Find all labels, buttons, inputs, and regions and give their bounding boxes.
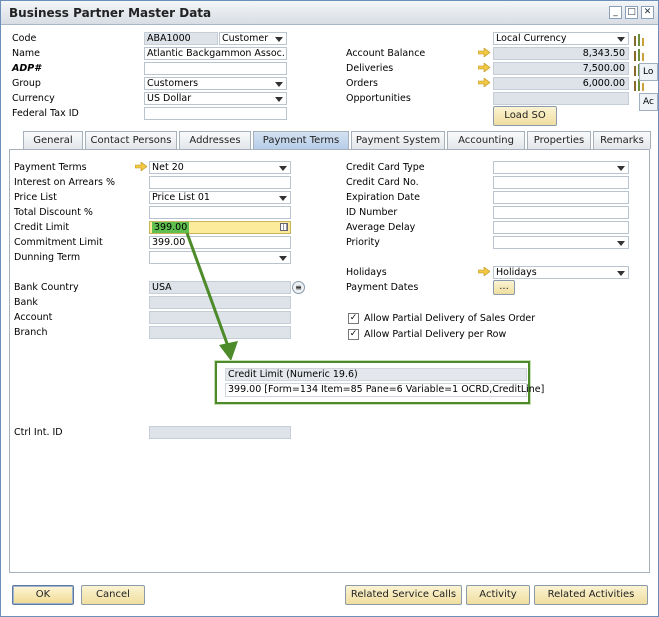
payment-dates-label: Payment Dates bbox=[346, 282, 419, 293]
account-label: Account bbox=[14, 312, 53, 323]
minimize-icon[interactable]: _ bbox=[609, 6, 622, 19]
partial-delivery-row-label: Allow Partial Delivery per Row bbox=[364, 329, 507, 340]
close-icon[interactable]: ✕ bbox=[641, 6, 654, 19]
tooltip-header: Credit Limit (Numeric 19.6) bbox=[225, 368, 527, 381]
chart-icon[interactable] bbox=[633, 48, 644, 61]
payment-terms-label: Payment Terms bbox=[14, 162, 87, 173]
tab-contact-persons[interactable]: Contact Persons bbox=[85, 131, 177, 149]
title-bar: Business Partner Master Data _ □ ✕ bbox=[1, 1, 658, 25]
orders-label: Orders bbox=[346, 78, 378, 89]
credit-card-type-select[interactable] bbox=[493, 161, 629, 174]
link-arrow-icon[interactable] bbox=[478, 267, 490, 276]
currency-select[interactable]: US Dollar bbox=[144, 92, 287, 105]
deliveries-label: Deliveries bbox=[346, 63, 394, 74]
partial-delivery-order-label: Allow Partial Delivery of Sales Order bbox=[364, 313, 536, 324]
name-label: Name bbox=[12, 48, 41, 59]
field-info-tooltip: Credit Limit (Numeric 19.6) 399.00 [Form… bbox=[215, 361, 544, 404]
bp-type-select[interactable]: Customer bbox=[219, 32, 287, 45]
priority-select[interactable] bbox=[493, 236, 629, 249]
tab-accounting[interactable]: Accounting bbox=[447, 131, 525, 149]
ok-button[interactable]: OK bbox=[12, 585, 74, 605]
chart-icon[interactable] bbox=[633, 33, 644, 46]
average-delay-label: Average Delay bbox=[346, 222, 416, 233]
tab-payment-system[interactable]: Payment System bbox=[351, 131, 445, 149]
partial-delivery-row-checkbox[interactable]: ✓ bbox=[348, 329, 359, 340]
currency-label: Currency bbox=[12, 93, 55, 104]
tab-strip: General Contact Persons Addresses Paymen… bbox=[11, 131, 651, 149]
maximize-icon[interactable]: □ bbox=[625, 6, 638, 19]
window-title: Business Partner Master Data bbox=[9, 6, 212, 20]
branch-label: Branch bbox=[14, 327, 48, 338]
bp-master-data-window: Business Partner Master Data _ □ ✕ Code … bbox=[0, 0, 659, 617]
adp-field[interactable] bbox=[144, 62, 287, 75]
account-balance-label: Account Balance bbox=[346, 48, 426, 59]
cancel-button[interactable]: Cancel bbox=[81, 585, 145, 605]
list-icon[interactable]: ≡ bbox=[292, 281, 305, 294]
credit-card-no-label: Credit Card No. bbox=[346, 177, 419, 188]
link-arrow-icon[interactable] bbox=[478, 78, 490, 87]
link-arrow-icon[interactable] bbox=[135, 162, 147, 171]
id-number-field[interactable] bbox=[493, 206, 629, 219]
tab-general[interactable]: General bbox=[23, 131, 83, 149]
related-activities-button[interactable]: Related Activities bbox=[534, 585, 648, 605]
commitment-limit-label: Commitment Limit bbox=[14, 237, 103, 248]
name-field[interactable]: Atlantic Backgammon Assoc. bbox=[144, 47, 287, 60]
price-list-select[interactable]: Price List 01 bbox=[149, 191, 291, 204]
credit-limit-label: Credit Limit bbox=[14, 222, 70, 233]
holidays-select[interactable]: Holidays bbox=[493, 266, 629, 279]
adp-label: ADP# bbox=[12, 63, 41, 74]
group-select[interactable]: Customers bbox=[144, 77, 287, 90]
total-discount-field[interactable] bbox=[149, 206, 291, 219]
federal-tax-id-label: Federal Tax ID bbox=[12, 108, 79, 119]
opportunities-label: Opportunities bbox=[346, 93, 411, 104]
code-label: Code bbox=[12, 33, 37, 44]
ctrl-int-id-label: Ctrl Int. ID bbox=[14, 427, 63, 438]
credit-card-type-label: Credit Card Type bbox=[346, 162, 425, 173]
tab-addresses[interactable]: Addresses bbox=[179, 131, 251, 149]
currency-mode-select[interactable]: Local Currency bbox=[493, 32, 629, 45]
tooltip-body: 399.00 [Form=134 Item=85 Pane=6 Variable… bbox=[225, 383, 544, 397]
priority-label: Priority bbox=[346, 237, 380, 248]
callout-arrow bbox=[185, 232, 238, 361]
load-so-button[interactable]: Load SO bbox=[493, 106, 557, 126]
side-button-lo[interactable]: Lo bbox=[639, 63, 658, 81]
deliveries-field: 7,500.00 bbox=[493, 62, 629, 75]
expiration-date-field[interactable] bbox=[493, 191, 629, 204]
calculator-icon[interactable] bbox=[280, 223, 288, 231]
expiration-date-label: Expiration Date bbox=[346, 192, 420, 203]
bank-label: Bank bbox=[14, 297, 38, 308]
orders-field: 6,000.00 bbox=[493, 77, 629, 90]
price-list-label: Price List bbox=[14, 192, 57, 203]
tab-remarks[interactable]: Remarks bbox=[593, 131, 651, 149]
bank-country-label: Bank Country bbox=[14, 282, 79, 293]
interest-arrears-field[interactable] bbox=[149, 176, 291, 189]
federal-tax-id-field[interactable] bbox=[144, 107, 287, 120]
payment-terms-select[interactable]: Net 20 bbox=[149, 161, 291, 174]
partial-delivery-order-checkbox[interactable]: ✓ bbox=[348, 313, 359, 324]
code-field[interactable]: ABA1000 bbox=[144, 32, 218, 45]
group-label: Group bbox=[12, 78, 41, 89]
payment-dates-button[interactable]: ... bbox=[493, 280, 515, 295]
holidays-label: Holidays bbox=[346, 267, 387, 278]
related-service-calls-button[interactable]: Related Service Calls bbox=[345, 585, 462, 605]
credit-card-no-field[interactable] bbox=[493, 176, 629, 189]
tab-properties[interactable]: Properties bbox=[527, 131, 591, 149]
account-balance-field: 8,343.50 bbox=[493, 47, 629, 60]
ctrl-int-id-field[interactable] bbox=[149, 426, 291, 439]
link-arrow-icon[interactable] bbox=[478, 63, 490, 72]
side-button-ac[interactable]: Ac bbox=[639, 93, 658, 111]
opportunities-field bbox=[493, 92, 629, 105]
link-arrow-icon[interactable] bbox=[478, 48, 490, 57]
average-delay-field[interactable] bbox=[493, 221, 629, 234]
dunning-term-label: Dunning Term bbox=[14, 252, 81, 263]
activity-button[interactable]: Activity bbox=[466, 585, 530, 605]
total-discount-label: Total Discount % bbox=[14, 207, 93, 218]
id-number-label: ID Number bbox=[346, 207, 398, 218]
interest-arrears-label: Interest on Arrears % bbox=[14, 177, 115, 188]
tab-payment-terms[interactable]: Payment Terms bbox=[253, 131, 349, 149]
